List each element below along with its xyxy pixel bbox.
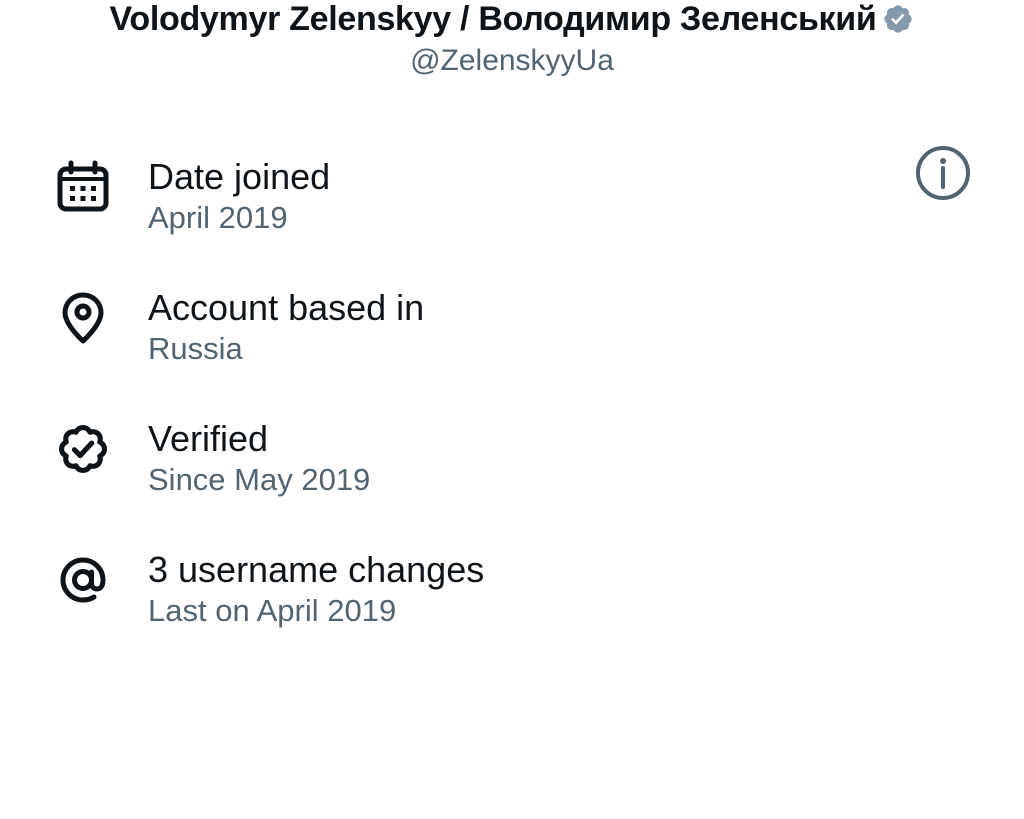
row-account-based-in: Account based in Russia	[0, 286, 1024, 417]
row-subtitle: Since May 2019	[148, 462, 371, 497]
display-name: Volodymyr Zelenskyy / Володимир Зеленськ…	[109, 0, 877, 38]
row-subtitle: Russia	[148, 331, 243, 366]
row-username-changes: 3 username changes Last on April 2019	[0, 548, 1024, 679]
row-text: Verified Since May 2019	[148, 417, 370, 499]
row-title: 3 username changes	[148, 549, 485, 590]
handle: @ZelenskyyUa	[410, 44, 614, 77]
row-title: Date joined	[148, 156, 331, 197]
calendar-icon	[57, 160, 109, 212]
row-verified: Verified Since May 2019	[0, 417, 1024, 548]
row-subtitle: Last on April 2019	[148, 593, 397, 628]
row-subtitle: April 2019	[148, 200, 288, 235]
profile-header: Volodymyr Zelenskyy / Володимир Зеленськ…	[0, 0, 1024, 80]
about-account-list: Date joined April 2019 Account based in …	[0, 155, 1024, 679]
row-title: Account based in	[148, 287, 425, 328]
row-text: 3 username changes Last on April 2019	[148, 548, 484, 630]
info-icon[interactable]	[914, 144, 972, 202]
row-title: Verified	[148, 418, 269, 459]
at-sign-icon	[60, 557, 106, 603]
verified-badge-icon	[884, 5, 913, 33]
location-pin-icon	[62, 292, 104, 344]
row-text: Date joined April 2019	[148, 155, 330, 237]
verified-check-icon	[58, 424, 108, 474]
name-line: Volodymyr Zelenskyy / Володимир Зеленськ…	[0, 0, 1024, 38]
row-date-joined: Date joined April 2019	[0, 155, 1024, 286]
row-text: Account based in Russia	[148, 286, 424, 368]
